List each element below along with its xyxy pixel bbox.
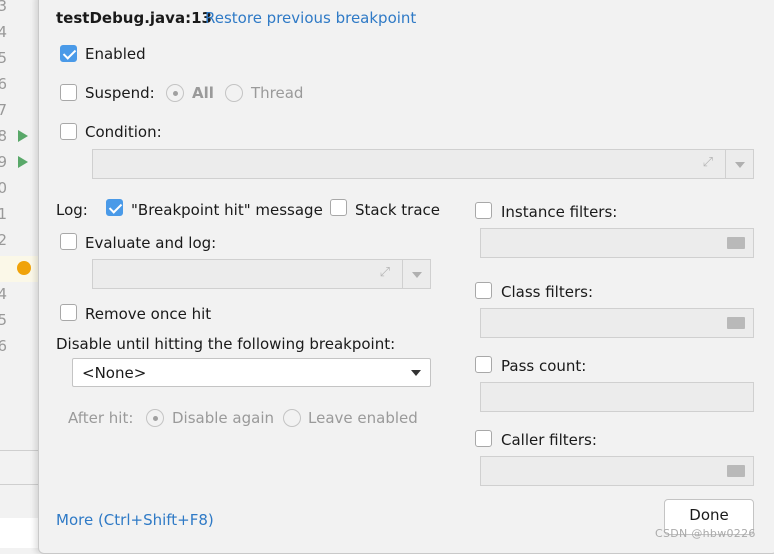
class-filters-label: Class filters: [501, 283, 593, 301]
panel-area [0, 518, 40, 548]
expand-icon[interactable]: ⤢ [380, 265, 390, 280]
class-filters-checkbox[interactable] [475, 282, 492, 299]
line-number: 8 [0, 127, 7, 145]
stack-trace-checkbox[interactable] [330, 199, 347, 216]
class-filters-input[interactable] [480, 308, 754, 338]
breakpoint-popup: testDebug.java:13 Restore previous break… [38, 0, 774, 554]
instance-filters-label: Instance filters: [501, 203, 618, 221]
restore-previous-link[interactable]: Restore previous breakpoint [205, 9, 416, 27]
remove-once-hit-label: Remove once hit [85, 305, 212, 323]
caller-filters-input[interactable] [480, 456, 754, 486]
divider [0, 484, 40, 485]
breakpoint-hit-checkbox[interactable] [106, 199, 123, 216]
suspend-all-label: All [192, 84, 214, 102]
condition-history-dropdown[interactable] [725, 150, 753, 178]
stack-trace-label: Stack trace [355, 201, 441, 219]
evaluate-history-dropdown[interactable] [402, 260, 430, 288]
caller-filters-checkbox[interactable] [475, 430, 492, 447]
more-link[interactable]: More (Ctrl+Shift+F8) [56, 511, 214, 529]
suspend-thread-label: Thread [251, 84, 304, 102]
suspend-label: Suspend: [85, 84, 155, 102]
line-number: 14 [0, 285, 7, 303]
line-number: 3 [0, 0, 7, 15]
pass-count-checkbox[interactable] [475, 356, 492, 373]
line-number: 9 [0, 153, 7, 171]
line-number: 11 [0, 205, 7, 223]
pass-count-label: Pass count: [501, 357, 587, 375]
breakpoint-icon[interactable] [17, 261, 31, 275]
evaluate-label: Evaluate and log: [85, 234, 217, 252]
log-label: Log: [56, 201, 88, 219]
disable-again-label: Disable again [172, 409, 274, 427]
chevron-down-icon [411, 370, 421, 376]
line-number: 12 [0, 231, 7, 249]
remove-once-hit-checkbox[interactable] [60, 304, 77, 321]
folder-icon[interactable] [727, 317, 745, 329]
disable-until-select[interactable]: <None> [72, 358, 431, 387]
pass-count-input[interactable] [480, 382, 754, 412]
breakpoint-hit-label: "Breakpoint hit" message [131, 201, 323, 219]
line-number: 15 [0, 311, 7, 329]
instance-filters-input[interactable] [480, 228, 754, 258]
editor-gutter: 161514131211109876543 [0, 0, 40, 548]
folder-icon[interactable] [727, 465, 745, 477]
chevron-down-icon [412, 272, 422, 278]
line-number: 7 [0, 101, 7, 119]
evaluate-checkbox[interactable] [60, 233, 77, 250]
instance-filters-checkbox[interactable] [475, 202, 492, 219]
enabled-label: Enabled [85, 45, 146, 63]
suspend-checkbox[interactable] [60, 84, 77, 101]
line-number: 5 [0, 49, 7, 67]
line-number: 4 [0, 23, 7, 41]
suspend-all-radio[interactable] [166, 84, 184, 102]
caller-filters-label: Caller filters: [501, 431, 597, 449]
run-icon[interactable] [18, 156, 28, 168]
folder-icon[interactable] [727, 237, 745, 249]
line-number: 6 [0, 75, 7, 93]
suspend-thread-radio[interactable] [225, 84, 243, 102]
expand-icon[interactable]: ⤢ [703, 155, 713, 170]
evaluate-input[interactable]: ⤢ [92, 259, 431, 289]
divider [0, 450, 40, 451]
leave-enabled-radio[interactable] [283, 409, 301, 427]
breakpoint-title: testDebug.java:13 [56, 9, 212, 27]
condition-checkbox[interactable] [60, 123, 77, 140]
disable-again-radio[interactable] [146, 409, 164, 427]
enabled-checkbox[interactable] [60, 45, 77, 62]
after-hit-label: After hit: [68, 409, 134, 427]
disable-until-label: Disable until hitting the following brea… [56, 335, 396, 353]
watermark: CSDN @hbw0226 [655, 527, 756, 540]
run-icon[interactable] [18, 130, 28, 142]
leave-enabled-label: Leave enabled [308, 409, 418, 427]
chevron-down-icon [735, 162, 745, 168]
condition-label: Condition: [85, 123, 162, 141]
disable-until-value: <None> [82, 364, 147, 382]
line-number: 10 [0, 179, 7, 197]
condition-input[interactable]: ⤢ [92, 149, 754, 179]
line-number: 16 [0, 337, 7, 355]
